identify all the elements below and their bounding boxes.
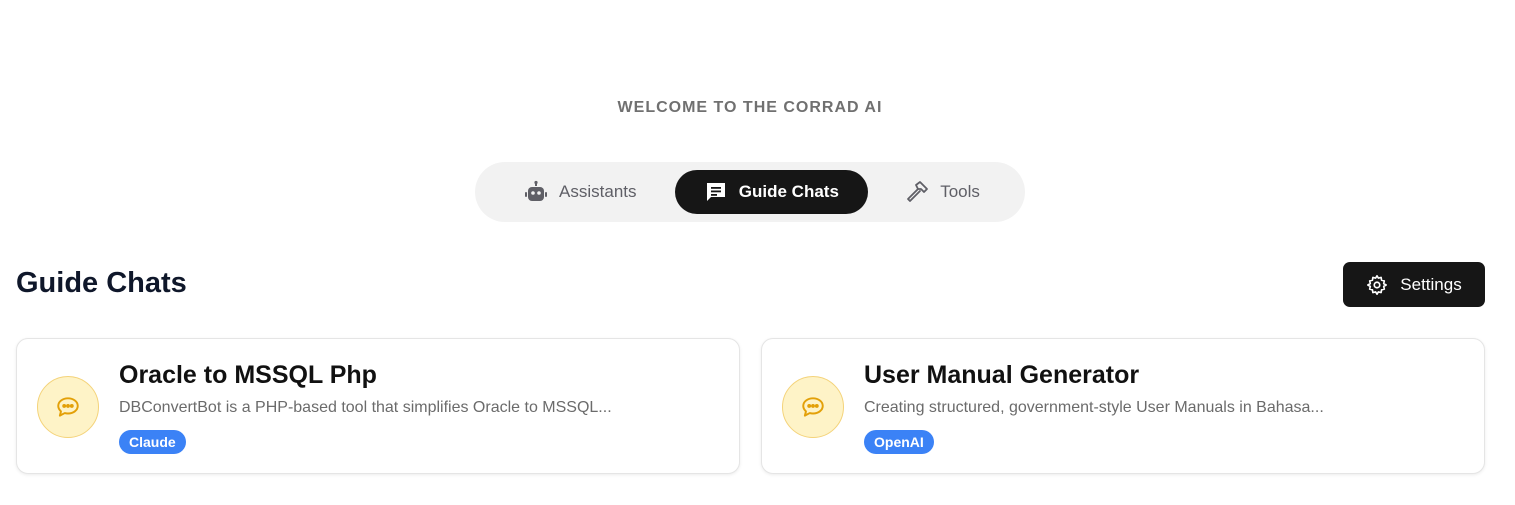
card-title: Oracle to MSSQL Php xyxy=(119,361,377,389)
card-description: Creating structured, government-style Us… xyxy=(864,399,1324,416)
guide-chat-card[interactable]: User Manual Generator Creating structure… xyxy=(761,338,1485,474)
model-badge: Claude xyxy=(119,430,186,454)
settings-button-label: Settings xyxy=(1400,274,1462,294)
tab-assistants-label: Assistants xyxy=(559,182,637,201)
chat-bubble-icon xyxy=(782,376,844,438)
model-badge: OpenAI xyxy=(864,430,934,454)
gear-icon xyxy=(1367,274,1388,295)
card-title: User Manual Generator xyxy=(864,361,1140,389)
tab-tools[interactable]: Tools xyxy=(868,170,1017,214)
chat-bubble-icon xyxy=(37,376,99,438)
robot-icon xyxy=(525,180,548,201)
tab-bar: Assistants Guide Chats Tools xyxy=(475,162,1025,222)
tab-guide-chats-label: Guide Chats xyxy=(738,182,839,201)
message-square-icon xyxy=(706,183,725,201)
welcome-heading: WELCOME TO THE CORRAD AI xyxy=(617,99,883,116)
settings-button[interactable]: Settings xyxy=(1343,262,1485,307)
guide-chat-card[interactable]: Oracle to MSSQL Php DBConvertBot is a PH… xyxy=(16,338,740,474)
tab-tools-label: Tools xyxy=(940,182,980,201)
tab-guide-chats[interactable]: Guide Chats xyxy=(674,170,869,214)
tab-assistants[interactable]: Assistants xyxy=(486,170,675,214)
hammer-icon xyxy=(907,181,929,202)
page-title: Guide Chats xyxy=(16,267,187,299)
card-description: DBConvertBot is a PHP-based tool that si… xyxy=(119,399,612,416)
